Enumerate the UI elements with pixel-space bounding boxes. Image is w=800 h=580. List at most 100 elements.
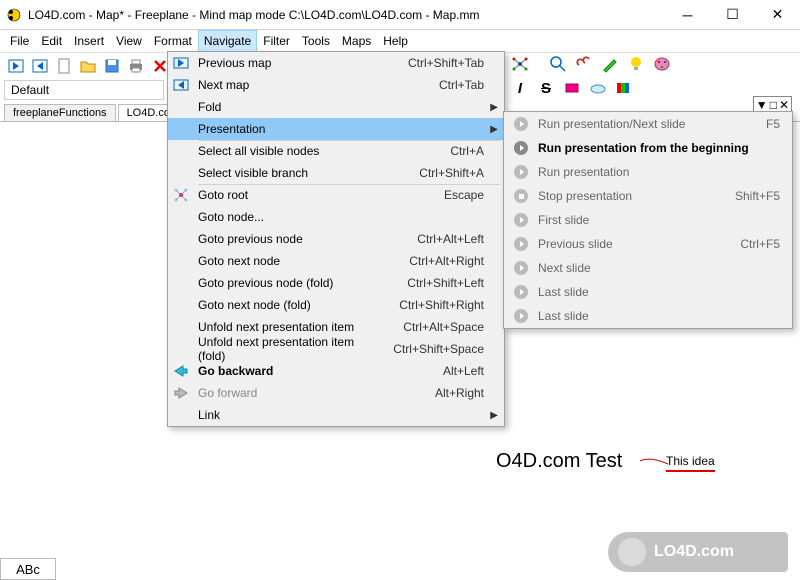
menu-tools[interactable]: Tools	[296, 30, 336, 52]
menu-item-label: Goto previous node (fold)	[198, 276, 387, 290]
play-dot-icon	[514, 213, 528, 227]
play-dot-icon	[514, 117, 528, 131]
menu-item-goto-next-node-fold-[interactable]: Goto next node (fold)Ctrl+Shift+Right	[168, 294, 504, 316]
color-icon[interactable]	[561, 77, 583, 99]
close-button[interactable]: ✕	[755, 0, 800, 29]
chain-icon[interactable]	[573, 53, 595, 75]
submenu-item-previous-slide[interactable]: Previous slideCtrl+F5	[504, 232, 792, 256]
menu-item-next-map[interactable]: Next mapCtrl+Tab	[168, 74, 504, 96]
watermark-text: LO4D.com	[654, 543, 734, 561]
menu-item-fold[interactable]: Fold▶	[168, 96, 504, 118]
menu-item-shortcut: Ctrl+Alt+Space	[403, 320, 484, 334]
menu-navigate[interactable]: Navigate	[198, 30, 257, 52]
submenu-item-label: Run presentation from the beginning	[538, 141, 780, 155]
tab-document[interactable]: freeplaneFunctions	[4, 104, 116, 121]
zoom-icon[interactable]	[547, 53, 569, 75]
submenu-item-label: First slide	[538, 213, 780, 227]
submenu-item-shortcut: Ctrl+F5	[740, 237, 780, 251]
menu-item-go-backward[interactable]: Go backward Alt+Left	[168, 360, 504, 382]
mindmap-child-node[interactable]: This idea	[666, 454, 715, 472]
minimize-button[interactable]: ─	[665, 0, 710, 29]
submenu-arrow-icon: ▶	[490, 124, 498, 135]
rainbow-icon[interactable]	[613, 77, 635, 99]
menu-item-select-all-visible-nodes[interactable]: Select all visible nodesCtrl+A	[168, 140, 504, 162]
new-icon[interactable]	[53, 55, 75, 77]
submenu-item-label: Last slide	[538, 309, 780, 323]
submenu-item-next-slide[interactable]: Next slide	[504, 256, 792, 280]
mindmap-root-node[interactable]: O4D.com Test	[496, 450, 622, 473]
menu-format[interactable]: Format	[148, 30, 198, 52]
submenu-item-run-presentation[interactable]: Run presentation	[504, 160, 792, 184]
submenu-item-stop-presentation[interactable]: Stop presentationShift+F5	[504, 184, 792, 208]
menu-insert[interactable]: Insert	[68, 30, 110, 52]
strike-icon[interactable]: S	[535, 77, 557, 99]
menu-item-label: Fold	[198, 100, 484, 114]
menu-item-shortcut: Ctrl+Alt+Right	[409, 254, 484, 268]
play-dot-icon	[514, 165, 528, 179]
print-icon[interactable]	[125, 55, 147, 77]
menu-item-goto-node-[interactable]: Goto node...	[168, 206, 504, 228]
submenu-item-first-slide[interactable]: First slide	[504, 208, 792, 232]
titlebar: LO4D.com - Map* - Freeplane - Mind map m…	[0, 0, 800, 30]
menu-item-previous-map[interactable]: Previous mapCtrl+Shift+Tab	[168, 52, 504, 74]
menu-view[interactable]: View	[110, 30, 148, 52]
maximize-button[interactable]: ☐	[710, 0, 755, 29]
app-icon	[6, 7, 22, 23]
cloud-icon[interactable]	[587, 77, 609, 99]
menu-item-label: Select visible branch	[198, 166, 399, 180]
menu-item-label: Goto node...	[198, 210, 484, 224]
submenu-item-label: Previous slide	[538, 237, 740, 251]
next-map-icon	[172, 76, 190, 94]
menu-item-presentation[interactable]: Presentation▶	[168, 118, 504, 140]
style-selector[interactable]: Default	[4, 80, 164, 100]
save-icon[interactable]	[101, 55, 123, 77]
play-dot-icon	[514, 237, 528, 251]
window-title: LO4D.com - Map* - Freeplane - Mind map m…	[28, 8, 665, 22]
open-icon[interactable]	[77, 55, 99, 77]
submenu-item-label: Last slide	[538, 285, 780, 299]
panel-restore-icon[interactable]: □	[770, 98, 777, 112]
submenu-item-shortcut: Shift+F5	[735, 189, 780, 203]
menu-item-goto-previous-node[interactable]: Goto previous nodeCtrl+Alt+Left	[168, 228, 504, 250]
menu-item-shortcut: Alt+Left	[443, 364, 484, 378]
menu-item-shortcut: Escape	[444, 188, 484, 202]
menubar: FileEditInsertViewFormatNavigateFilterTo…	[0, 30, 800, 52]
pen-icon[interactable]	[599, 53, 621, 75]
menu-item-label: Previous map	[198, 56, 388, 70]
menu-help[interactable]: Help	[377, 30, 414, 52]
back-icon	[172, 362, 190, 380]
bulb-icon[interactable]	[625, 53, 647, 75]
italic-icon[interactable]: I	[509, 77, 531, 99]
prev-map-icon[interactable]	[5, 55, 27, 77]
play-dot-icon	[514, 261, 528, 275]
statusbar: ABc	[0, 558, 56, 580]
menu-item-label: Goto next node	[198, 254, 389, 268]
menu-item-goto-root[interactable]: Goto rootEscape	[168, 184, 504, 206]
menu-item-link[interactable]: Link▶	[168, 404, 504, 426]
panel-collapse-icon[interactable]: ▼	[756, 98, 768, 112]
menu-item-shortcut: Ctrl+A	[450, 144, 484, 158]
menu-item-label: Link	[198, 408, 484, 422]
watermark: LO4D.com	[608, 532, 788, 572]
toolbar-2b: I S	[508, 77, 636, 99]
menu-file[interactable]: File	[4, 30, 35, 52]
mindmap-icon[interactable]	[509, 53, 531, 75]
submenu-item-last-slide[interactable]: Last slide	[504, 280, 792, 304]
submenu-item-run-presentation-from-the-beginning[interactable]: Run presentation from the beginning	[504, 136, 792, 160]
menu-filter[interactable]: Filter	[257, 30, 296, 52]
panel-close-icon[interactable]: ✕	[779, 98, 789, 112]
next-map-icon[interactable]	[29, 55, 51, 77]
menu-item-label: Goto next node (fold)	[198, 298, 379, 312]
menu-maps[interactable]: Maps	[336, 30, 377, 52]
submenu-item-shortcut: F5	[766, 117, 780, 131]
menu-item-unfold-next-presentation-item-fold-[interactable]: Unfold next presentation item (fold)Ctrl…	[168, 338, 504, 360]
menu-item-goto-previous-node-fold-[interactable]: Goto previous node (fold)Ctrl+Shift+Left	[168, 272, 504, 294]
menu-item-label: Go backward	[198, 364, 423, 378]
menu-item-shortcut: Alt+Right	[435, 386, 484, 400]
palette-icon[interactable]	[651, 53, 673, 75]
submenu-item-run-presentation-next-slide[interactable]: Run presentation/Next slideF5	[504, 112, 792, 136]
menu-item-select-visible-branch[interactable]: Select visible branchCtrl+Shift+A	[168, 162, 504, 184]
submenu-item-last-slide[interactable]: Last slide	[504, 304, 792, 328]
menu-edit[interactable]: Edit	[35, 30, 68, 52]
menu-item-goto-next-node[interactable]: Goto next node Ctrl+Alt+Right	[168, 250, 504, 272]
